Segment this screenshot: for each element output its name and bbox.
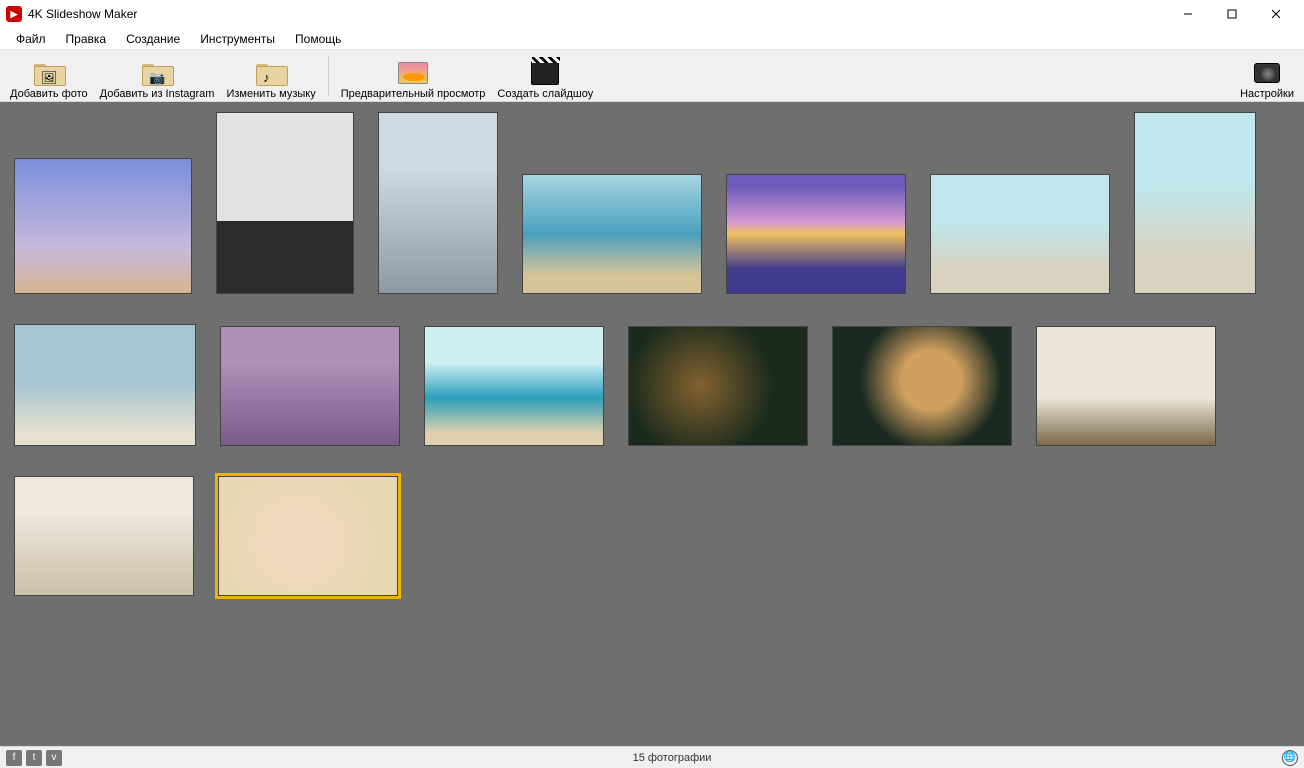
app-title: 4K Slideshow Maker (28, 7, 137, 21)
minimize-button[interactable] (1166, 0, 1210, 28)
photo-turquoise-image (931, 175, 1109, 293)
globe-icon[interactable]: 🌐 (1282, 750, 1298, 766)
menubar: Файл Правка Создание Инструменты Помощь (0, 28, 1304, 50)
photo-grid-area[interactable] (0, 102, 1304, 746)
statusbar: f t v 15 фотографии 🌐 (0, 746, 1304, 768)
settings-icon (1251, 60, 1283, 86)
photo-beach-hat-image (425, 327, 603, 445)
photo-kneeling-image (1135, 113, 1255, 293)
photo-rings-image (1037, 327, 1215, 445)
menu-edit[interactable]: Правка (56, 30, 117, 48)
vimeo-icon[interactable]: v (46, 750, 62, 766)
photo-city[interactable] (378, 112, 498, 294)
status-count: 15 фотографии (62, 752, 1282, 764)
photo-baby[interactable] (218, 476, 398, 596)
photo-lifeguard-image (15, 325, 195, 445)
photo-wedding[interactable] (14, 476, 194, 596)
clapperboard-icon (529, 60, 561, 86)
photo-ornament[interactable] (832, 326, 1012, 446)
photo-sunset-image (727, 175, 905, 293)
photo-city-image (379, 113, 497, 293)
photo-kneeling[interactable] (1134, 112, 1256, 294)
photo-grid (14, 112, 1290, 596)
change-music-button[interactable]: ♪ Изменить музыку (220, 52, 321, 100)
folder-photo-icon: 🖼 (33, 60, 65, 86)
photo-turquoise[interactable] (930, 174, 1110, 294)
toolbar-separator (328, 56, 329, 96)
change-music-label: Изменить музыку (226, 88, 315, 100)
add-instagram-label: Добавить из Instagram (100, 88, 215, 100)
photo-beach-walk[interactable] (522, 174, 702, 294)
create-slideshow-label: Создать слайдшоу (497, 88, 593, 100)
photo-family[interactable] (220, 326, 400, 446)
photo-rings[interactable] (1036, 326, 1216, 446)
photo-lifeguard[interactable] (14, 324, 196, 446)
close-button[interactable] (1254, 0, 1298, 28)
toolbar: 🖼 Добавить фото 📷 Добавить из Instagram … (0, 50, 1304, 102)
photo-ornament-image (833, 327, 1011, 445)
add-instagram-button[interactable]: 📷 Добавить из Instagram (94, 52, 221, 100)
photo-baby-image (219, 477, 397, 595)
preview-button[interactable]: Предварительный просмотр (335, 52, 492, 100)
menu-tools[interactable]: Инструменты (190, 30, 285, 48)
settings-label: Настройки (1240, 88, 1294, 100)
menu-help[interactable]: Помощь (285, 30, 351, 48)
menu-file[interactable]: Файл (6, 30, 56, 48)
twitter-icon[interactable]: t (26, 750, 42, 766)
social-links: f t v (6, 750, 62, 766)
titlebar: ▶ 4K Slideshow Maker (0, 0, 1304, 28)
settings-button[interactable]: Настройки (1234, 52, 1300, 100)
folder-music-icon: ♪ (255, 60, 287, 86)
menu-create[interactable]: Создание (116, 30, 190, 48)
photo-beach-walk-image (523, 175, 701, 293)
add-photo-label: Добавить фото (10, 88, 88, 100)
photo-girl-room-image (217, 113, 353, 293)
maximize-button[interactable] (1210, 0, 1254, 28)
preview-icon (397, 60, 429, 86)
preview-label: Предварительный просмотр (341, 88, 486, 100)
photo-wedding-image (15, 477, 193, 595)
photo-beach-hat[interactable] (424, 326, 604, 446)
photo-eiffel[interactable] (14, 158, 192, 294)
photo-tree-image (629, 327, 807, 445)
create-slideshow-button[interactable]: Создать слайдшоу (491, 52, 599, 100)
facebook-icon[interactable]: f (6, 750, 22, 766)
add-photo-button[interactable]: 🖼 Добавить фото (4, 52, 94, 100)
photo-family-image (221, 327, 399, 445)
photo-tree[interactable] (628, 326, 808, 446)
app-icon: ▶ (6, 6, 22, 22)
photo-girl-room[interactable] (216, 112, 354, 294)
photo-sunset[interactable] (726, 174, 906, 294)
photo-eiffel-image (15, 159, 191, 293)
folder-instagram-icon: 📷 (141, 60, 173, 86)
